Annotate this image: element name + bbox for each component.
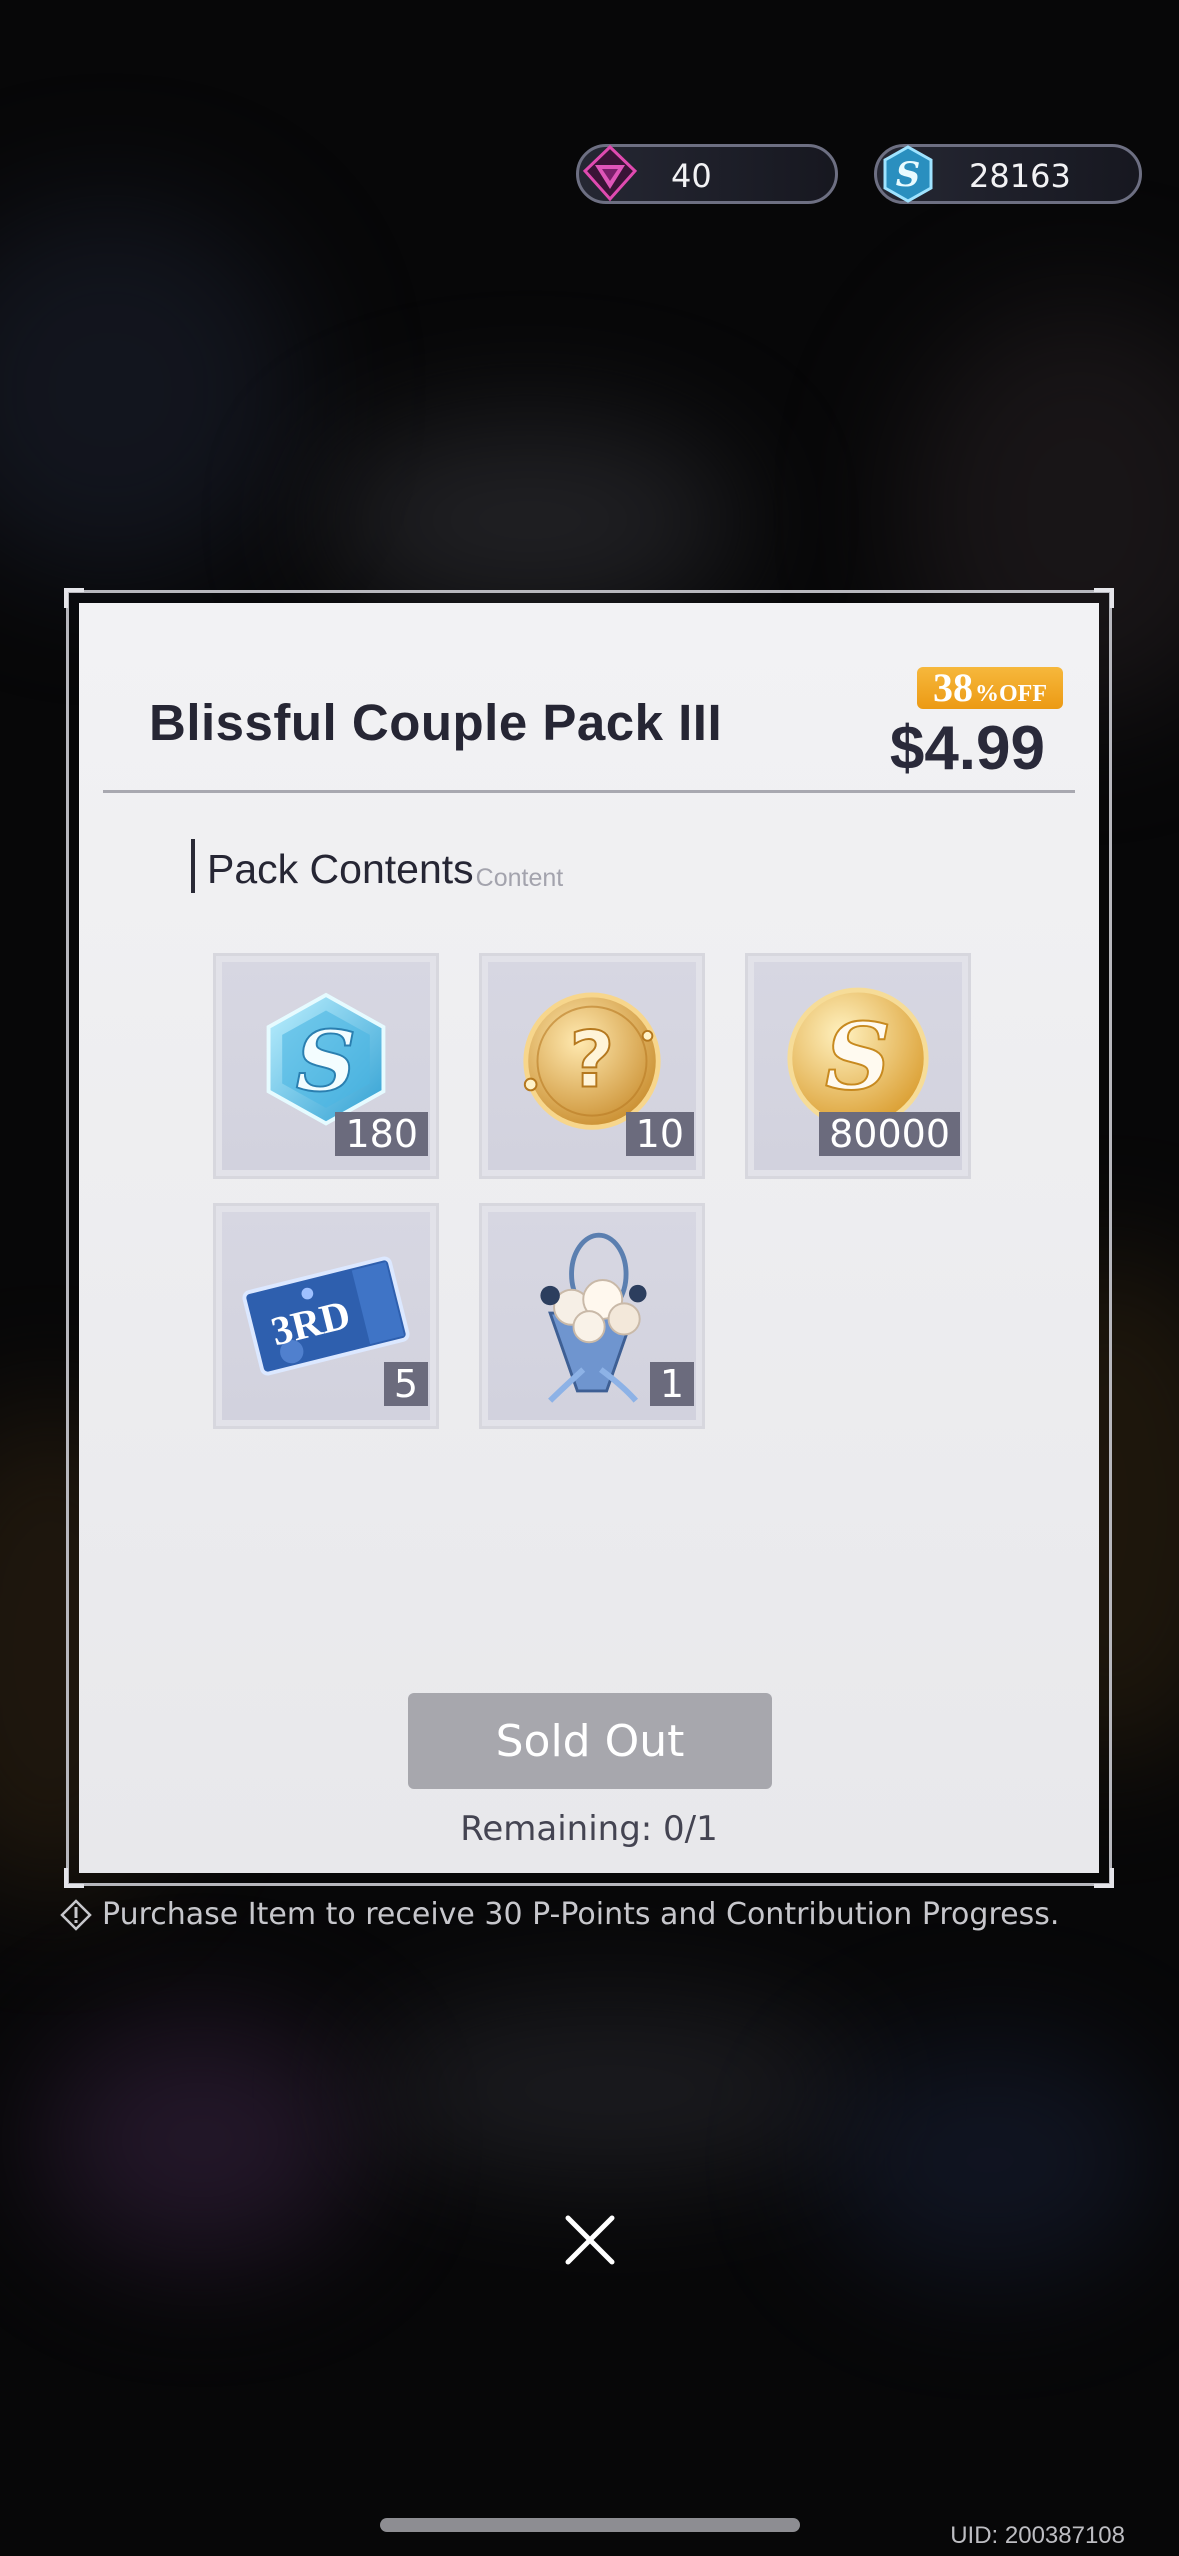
item-quantity: 180 — [335, 1112, 428, 1156]
s-crystal-currency[interactable]: S 28163 — [874, 144, 1142, 204]
section-subtitle: Content — [475, 864, 564, 892]
purchase-notice: Purchase Item to receive 30 P-Points and… — [60, 1897, 1059, 1932]
svg-text:S: S — [896, 155, 921, 195]
notice-text: Purchase Item to receive 30 P-Points and… — [102, 1897, 1060, 1932]
pack-title: Blissful Couple Pack III — [149, 694, 723, 751]
discount-badge: 38 %OFF — [917, 667, 1063, 709]
diamond-info-icon — [60, 1898, 92, 1931]
gem-icon — [582, 144, 638, 202]
remaining-count: Remaining: 0/1 — [460, 1809, 718, 1849]
section-title: Pack Contents — [207, 846, 474, 892]
svg-text:S: S — [825, 1002, 891, 1110]
svg-text:S: S — [296, 1011, 356, 1110]
pack-item-gold-s-coin[interactable]: S 80000 — [745, 953, 971, 1179]
pack-item-s-crystal[interactable]: S 180 — [213, 953, 439, 1179]
home-indicator[interactable] — [380, 2518, 800, 2532]
pack-item-bouquet[interactable]: 1 — [479, 1203, 705, 1429]
pack-item-3rd-ticket[interactable]: 3RD 5 — [213, 1203, 439, 1429]
pack-panel: Blissful Couple Pack III 38 %OFF $4.99 P… — [79, 603, 1099, 1873]
s-crystal-amount: 28163 — [969, 157, 1071, 195]
s-crystal-icon: S — [883, 145, 933, 203]
svg-text:?: ? — [569, 1015, 614, 1105]
pack-price: $4.99 — [889, 714, 1045, 783]
close-icon[interactable] — [560, 2210, 620, 2270]
sold-out-button[interactable]: Sold Out — [408, 1693, 772, 1789]
pack-item-mystery-coin[interactable]: ? 10 — [479, 953, 705, 1179]
pack-dialog: Blissful Couple Pack III 38 %OFF $4.99 P… — [64, 588, 1114, 1888]
gem-currency[interactable]: 40 — [576, 144, 838, 204]
item-quantity: 5 — [383, 1362, 428, 1406]
item-quantity: 80000 — [819, 1112, 960, 1156]
item-quantity: 1 — [649, 1362, 694, 1406]
item-quantity: 10 — [625, 1112, 694, 1156]
user-id: UID: 200387108 — [950, 2522, 1125, 2549]
section-header: Pack Contents Content — [191, 839, 563, 893]
gem-amount: 40 — [671, 157, 712, 195]
title-divider — [103, 790, 1075, 793]
